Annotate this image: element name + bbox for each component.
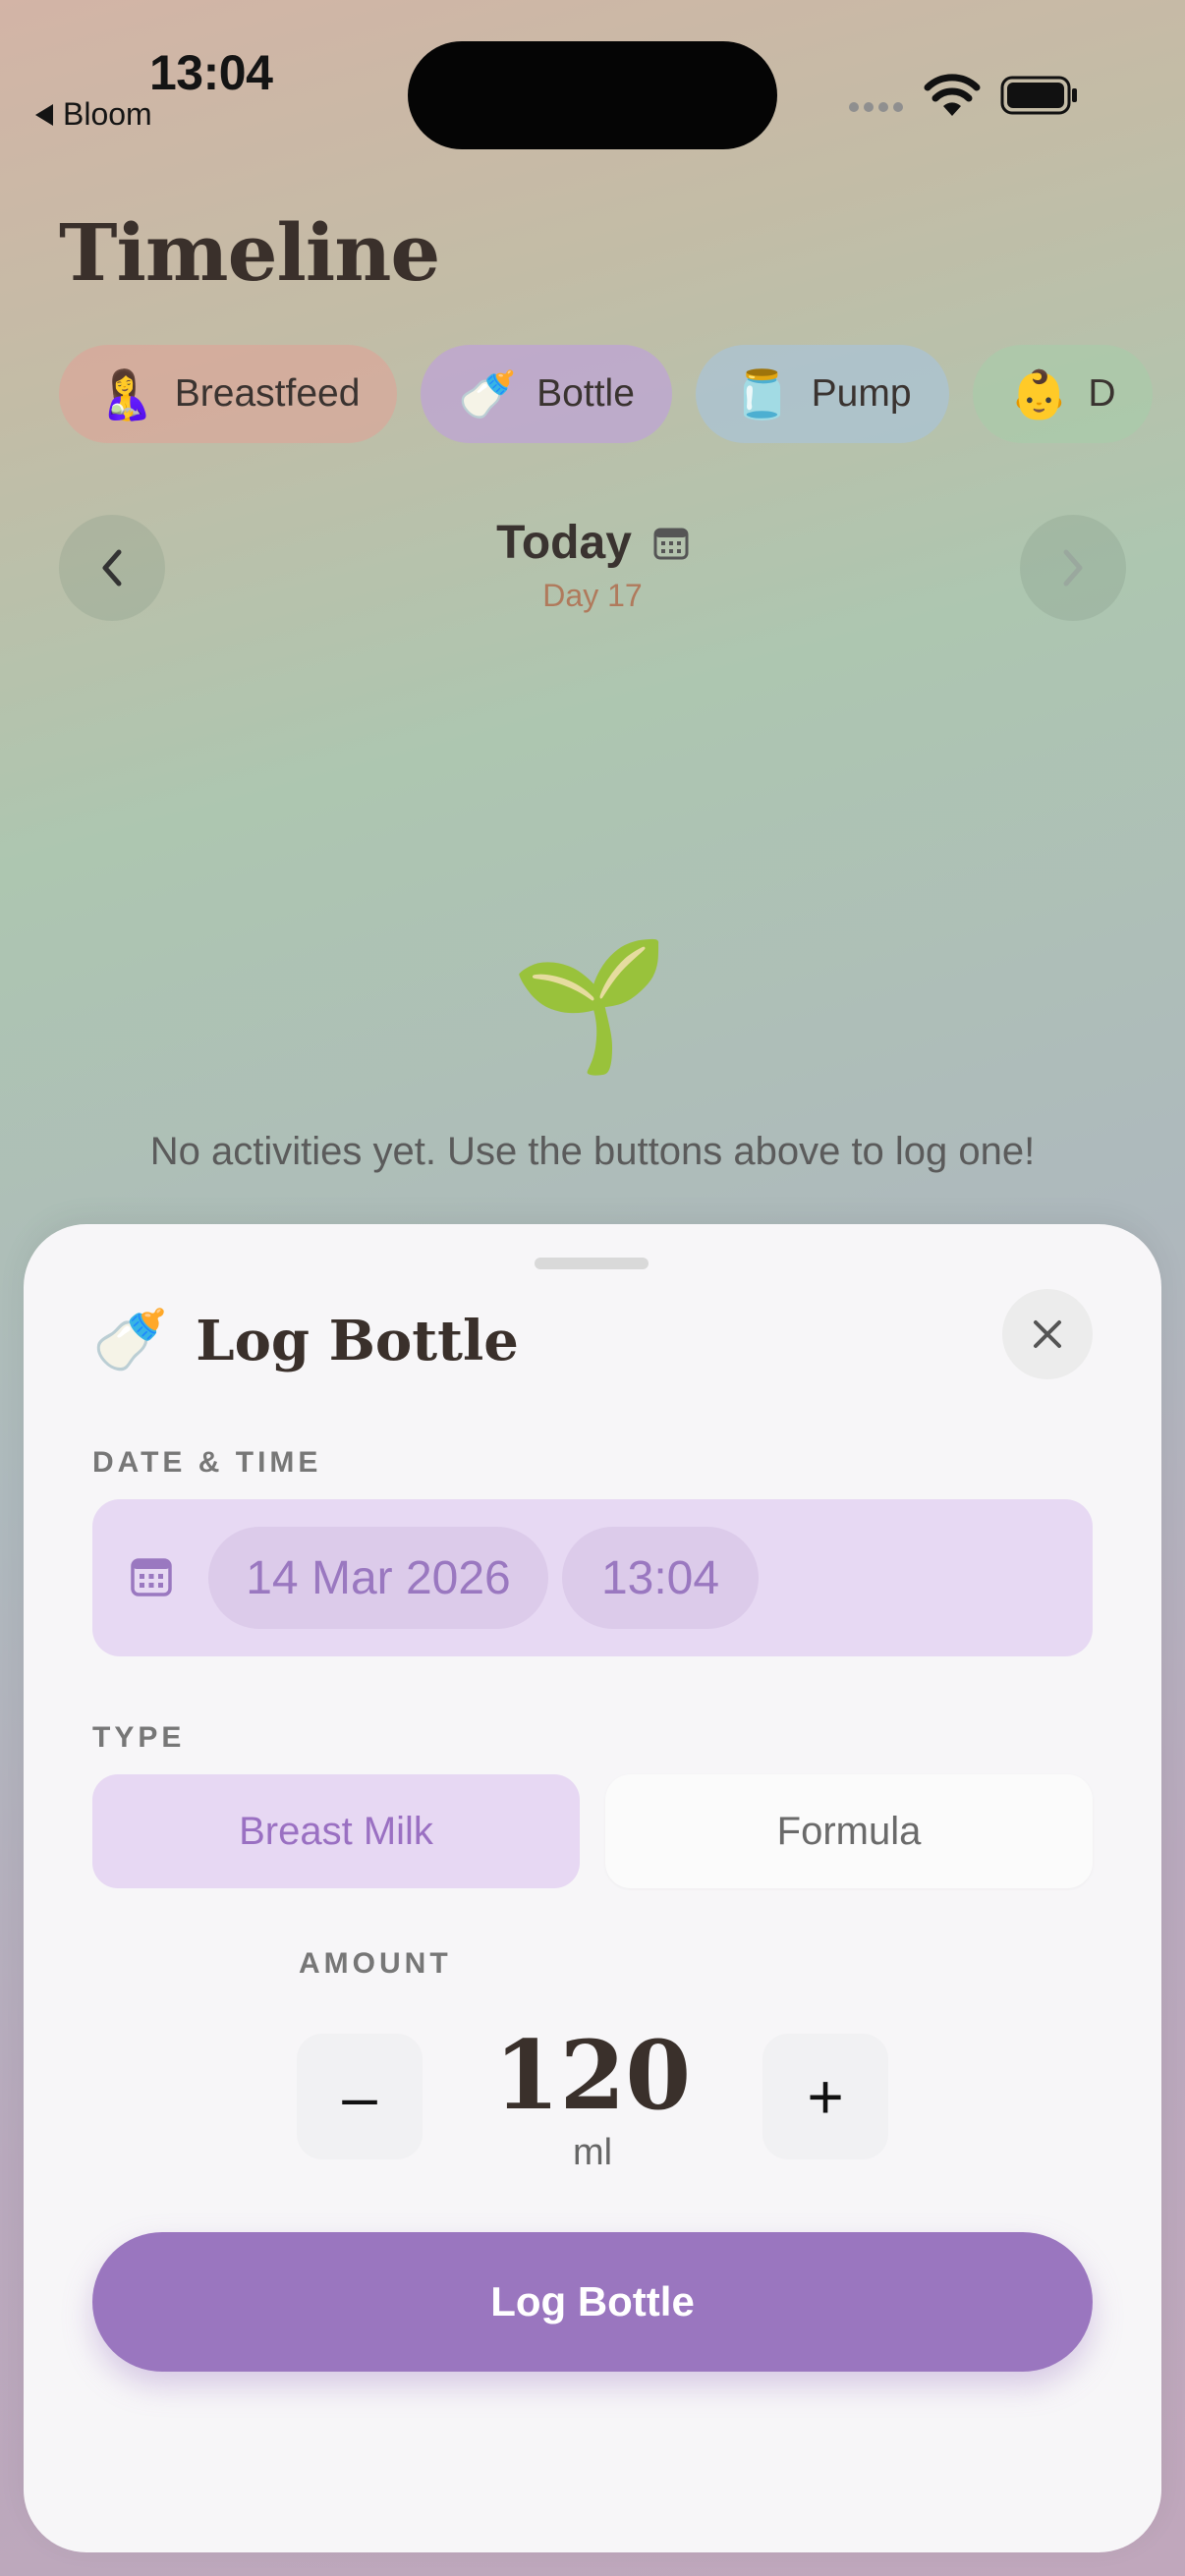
cellular-signal-icon (849, 102, 903, 112)
date-label: Today (496, 517, 632, 569)
time-pill[interactable]: 13:04 (562, 1527, 759, 1629)
dynamic-island (408, 41, 777, 149)
log-bottle-sheet: 🍼 Log Bottle DATE & TIME 14 Mar 2026 13:… (24, 1224, 1161, 2552)
log-bottle-button[interactable]: Log Bottle (92, 2232, 1093, 2372)
pump-chip[interactable]: 🫙 Pump (695, 345, 949, 443)
breastfeed-chip[interactable]: 🤱 Breastfeed (59, 345, 398, 443)
amount-label: AMOUNT (299, 1947, 452, 1980)
bottle-icon: 🍼 (458, 368, 518, 421)
breastfeed-chip-label: Breastfeed (174, 372, 361, 415)
jar-icon: 🫙 (732, 368, 792, 421)
back-app-label: Bloom (63, 96, 152, 132)
close-button[interactable] (1002, 1289, 1093, 1379)
status-time: 13:04 (149, 45, 273, 100)
empty-state-message: No activities yet. Use the buttons above… (149, 1130, 1036, 1173)
bottle-icon: 🍼 (92, 1307, 169, 1374)
back-arrow-icon (35, 103, 53, 126)
date-time-picker: 14 Mar 2026 13:04 (92, 1499, 1093, 1656)
back-to-app-link[interactable]: Bloom (35, 96, 152, 133)
page-title: Timeline (59, 206, 440, 299)
baby-icon: 👶 (1009, 368, 1069, 421)
amount-value: 120 (493, 2020, 692, 2131)
quick-action-bar: 🤱 Breastfeed 🍼 Bottle 🫙 Pump 👶 D (59, 345, 1185, 443)
battery-icon (1000, 76, 1077, 115)
type-label: TYPE (92, 1721, 186, 1754)
formula-option[interactable]: Formula (605, 1774, 1093, 1888)
wifi-icon (924, 74, 981, 116)
bottle-chip[interactable]: 🍼 Bottle (421, 345, 672, 443)
bottle-chip-label: Bottle (536, 372, 635, 415)
date-time-label: DATE & TIME (92, 1446, 322, 1479)
pump-chip-label: Pump (811, 372, 912, 415)
sheet-title: Log Bottle (196, 1308, 519, 1373)
diaper-chip[interactable]: 👶 D (972, 345, 1154, 443)
diaper-chip-label: D (1088, 372, 1116, 415)
increase-amount-button[interactable]: + (762, 2034, 888, 2159)
next-day-button[interactable] (1020, 515, 1126, 621)
calendar-icon (653, 528, 689, 559)
close-icon (1034, 1320, 1061, 1348)
sheet-header: 🍼 Log Bottle (92, 1305, 519, 1376)
sheet-grabber[interactable] (535, 1258, 649, 1269)
breastfeed-icon: 🤱 (96, 368, 155, 421)
amount-unit: ml (572, 2132, 613, 2173)
calendar-icon (131, 1558, 172, 1596)
breast-milk-option[interactable]: Breast Milk (92, 1774, 580, 1888)
date-pill[interactable]: 14 Mar 2026 (208, 1527, 548, 1629)
date-selector[interactable]: Today (0, 516, 1185, 570)
day-counter: Day 17 (542, 578, 643, 613)
sprout-icon: 🌱 (511, 933, 670, 1077)
chevron-right-icon (1063, 549, 1083, 587)
